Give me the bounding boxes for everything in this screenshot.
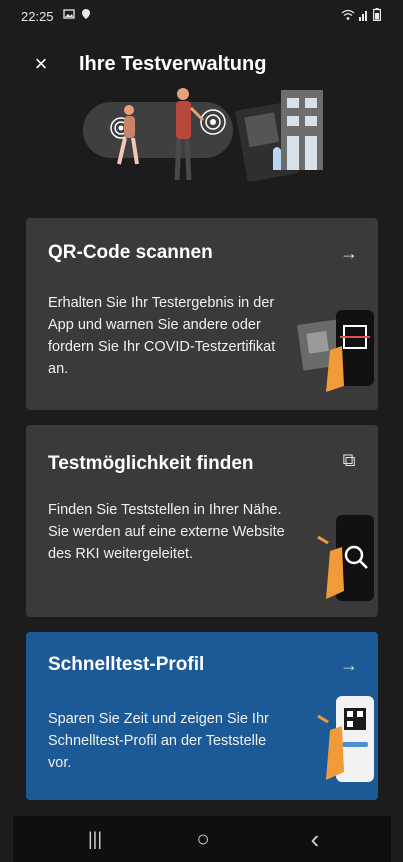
top-app-bar: × Ihre Testverwaltung [13, 44, 391, 84]
header-illustration [83, 88, 323, 182]
app-screen: 22:25 × Ihre Testverwaltung QR-Code scan… [13, 0, 391, 862]
gallery-icon [63, 9, 75, 19]
external-link-icon: ⧉ [342, 450, 356, 470]
signal-icon [359, 10, 367, 21]
arrow-right-icon: → [340, 243, 358, 263]
card-rapid-test-profile[interactable]: Schnelltest-Profil → Sparen Sie Zeit und… [26, 632, 378, 800]
status-right-icons [341, 8, 381, 21]
home-button[interactable]: ○ [183, 826, 223, 852]
close-button[interactable]: × [27, 50, 55, 78]
card-title: Schnelltest-Profil [48, 654, 205, 675]
card-description: Finden Sie Teststellen in Ihrer Nähe. Si… [48, 502, 285, 562]
card-title: Testmöglichkeit finden [48, 453, 254, 474]
back-button[interactable]: ‹ [295, 826, 335, 852]
card-description: Erhalten Sie Ihr Testergebnis in der App… [48, 295, 276, 377]
status-time: 22:25 [21, 9, 54, 24]
page-title: Ihre Testverwaltung [79, 53, 267, 75]
card-title: QR-Code scannen [48, 242, 213, 263]
card-qr-code-scan[interactable]: QR-Code scannen → Erhalten Sie Ihr Teste… [26, 218, 378, 410]
battery-icon [373, 8, 381, 21]
profile-qr-illustration [317, 696, 374, 782]
status-left-icons [63, 8, 91, 20]
location-icon [82, 9, 90, 19]
system-navigation-bar: ||| ○ ‹ [13, 816, 391, 862]
card-description: Sparen Sie Zeit und zeigen Sie Ihr Schne… [48, 711, 269, 771]
arrow-right-icon: → [340, 655, 358, 675]
qr-scan-illustration [297, 310, 374, 392]
card-find-test-location[interactable]: Testmöglichkeit finden ⧉ Finden Sie Test… [26, 425, 378, 617]
wifi-icon [341, 9, 355, 20]
status-bar: 22:25 [13, 0, 391, 34]
recents-button[interactable]: ||| [75, 826, 115, 852]
search-phone-illustration [317, 515, 374, 601]
